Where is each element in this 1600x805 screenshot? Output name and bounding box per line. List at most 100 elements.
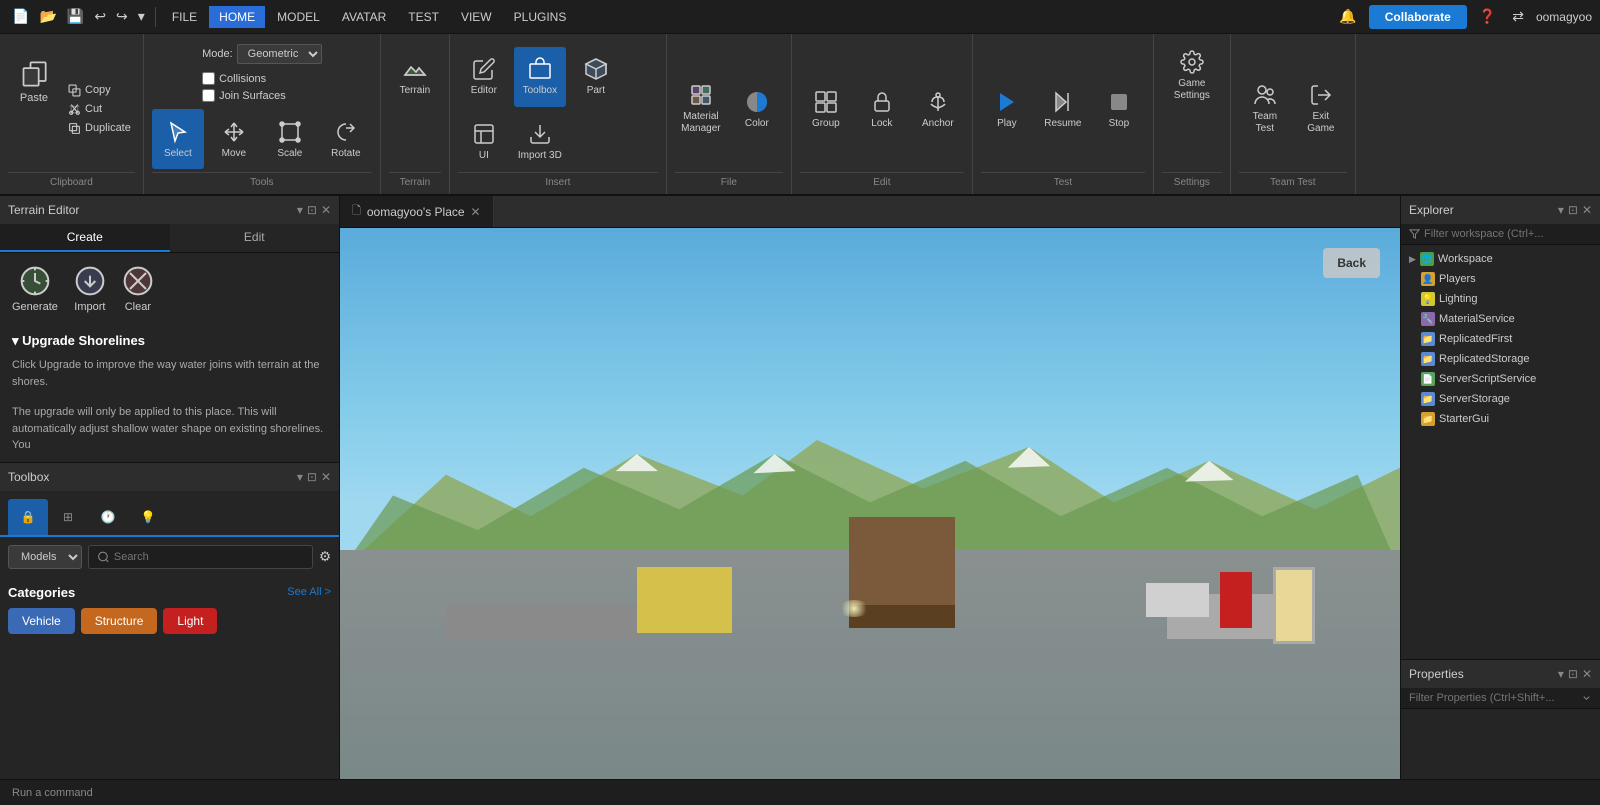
clear-terrain-button[interactable]: Clear bbox=[122, 265, 154, 313]
share-button[interactable]: ⇄ bbox=[1508, 4, 1528, 29]
viewport-tab-bar: 🗋 oomagyoo's Place ✕ bbox=[340, 196, 1400, 228]
explorer-down[interactable]: ▾ bbox=[1558, 203, 1564, 217]
toolbox-panel-down[interactable]: ▾ bbox=[297, 470, 303, 484]
viewport-tab[interactable]: 🗋 oomagyoo's Place ✕ bbox=[340, 196, 494, 227]
color-button[interactable]: Color bbox=[731, 79, 783, 139]
toolbox-tab-grid[interactable]: ⊞ bbox=[48, 499, 88, 535]
toolbox-tab-bulb[interactable]: 💡 bbox=[128, 499, 168, 535]
game-settings-button[interactable]: GameSettings bbox=[1162, 46, 1222, 106]
user-label: oomagyoo bbox=[1536, 10, 1592, 24]
see-all-button[interactable]: See All > bbox=[287, 586, 331, 598]
categories-header: Categories See All > bbox=[8, 585, 331, 600]
tree-item-workspace[interactable]: ▶ 🌐 Workspace bbox=[1401, 249, 1600, 269]
select-button[interactable]: Select bbox=[152, 109, 204, 169]
toolbox-tab-clock[interactable]: 🕐 bbox=[88, 499, 128, 535]
part-button[interactable]: Part bbox=[570, 47, 622, 107]
notifications-icon[interactable]: 🔔 bbox=[1335, 4, 1360, 29]
tree-item-replicatedfirst[interactable]: 📁 ReplicatedFirst bbox=[1401, 329, 1600, 349]
generate-button[interactable]: Generate bbox=[12, 265, 58, 313]
exit-game-button[interactable]: ExitGame bbox=[1295, 79, 1347, 139]
tree-item-materialservice[interactable]: 🔧 MaterialService bbox=[1401, 309, 1600, 329]
explorer-filter bbox=[1401, 224, 1600, 245]
terrain-panel-controls: ▾ ⊡ ✕ bbox=[297, 203, 331, 217]
editor-button[interactable]: Editor bbox=[458, 47, 510, 107]
back-button[interactable]: Back bbox=[1323, 248, 1380, 278]
tree-item-players[interactable]: 👤 Players bbox=[1401, 269, 1600, 289]
menu-avatar[interactable]: AVATAR bbox=[332, 6, 396, 28]
anchor-button[interactable]: Anchor bbox=[912, 79, 964, 139]
light-pill[interactable]: Light bbox=[163, 608, 217, 634]
import3d-button[interactable]: Import 3D bbox=[514, 112, 566, 172]
explorer-filter-input[interactable] bbox=[1424, 228, 1592, 240]
startergui-icon: 📁 bbox=[1421, 412, 1435, 426]
move-button[interactable]: Move bbox=[208, 109, 260, 169]
undo-button[interactable]: ↩ bbox=[90, 4, 110, 29]
rotate-button[interactable]: Rotate bbox=[320, 109, 372, 169]
tree-item-serverscriptservice[interactable]: 📄 ServerScriptService bbox=[1401, 369, 1600, 389]
explorer-close[interactable]: ✕ bbox=[1582, 203, 1592, 217]
toolbox-panel-close[interactable]: ✕ bbox=[321, 470, 331, 484]
upgrade-text1: Click Upgrade to improve the way water j… bbox=[12, 357, 327, 390]
search-input[interactable] bbox=[114, 551, 304, 563]
redo-dropdown-button[interactable]: ▾ bbox=[134, 4, 149, 29]
menu-plugins[interactable]: PLUGINS bbox=[504, 6, 577, 28]
stop-button[interactable]: Stop bbox=[1093, 79, 1145, 139]
mode-dropdown[interactable]: Geometric bbox=[237, 44, 322, 64]
terrain-create-tab[interactable]: Create bbox=[0, 224, 170, 252]
toolbox-panel-header: Toolbox ▾ ⊡ ✕ bbox=[0, 463, 339, 491]
save-file-button[interactable]: 💾 bbox=[63, 4, 88, 29]
cut-button[interactable]: Cut bbox=[64, 101, 135, 118]
menu-home[interactable]: HOME bbox=[209, 6, 265, 28]
toolbox-panel-expand[interactable]: ⊡ bbox=[307, 470, 317, 484]
paste-button[interactable]: Paste bbox=[8, 46, 60, 118]
toolbox-tab-lock[interactable]: 🔒 bbox=[8, 499, 48, 535]
properties-expand[interactable]: ⊡ bbox=[1568, 667, 1578, 681]
menu-test[interactable]: TEST bbox=[398, 6, 449, 28]
join-surfaces-checkbox[interactable]: Join Surfaces bbox=[202, 89, 322, 102]
startergui-label: StarterGui bbox=[1439, 413, 1489, 425]
vehicle-pill[interactable]: Vehicle bbox=[8, 608, 75, 634]
tree-item-replicatedstorage[interactable]: 📁 ReplicatedStorage bbox=[1401, 349, 1600, 369]
redo-button[interactable]: ↪ bbox=[112, 4, 132, 29]
menu-model[interactable]: MODEL bbox=[267, 6, 330, 28]
play-button[interactable]: Play bbox=[981, 79, 1033, 139]
terrain-panel-down[interactable]: ▾ bbox=[297, 203, 303, 217]
toolbox-button[interactable]: Toolbox bbox=[514, 47, 566, 107]
help-button[interactable]: ❓ bbox=[1475, 4, 1500, 29]
terrain-editor-button[interactable]: Terrain bbox=[389, 46, 441, 106]
terrain-panel-close[interactable]: ✕ bbox=[321, 203, 331, 217]
copy-button[interactable]: Copy bbox=[64, 82, 135, 99]
tree-item-serverstorage[interactable]: 📁 ServerStorage bbox=[1401, 389, 1600, 409]
scale-button[interactable]: Scale bbox=[264, 109, 316, 169]
menu-separator bbox=[155, 7, 156, 27]
terrain-edit-tab[interactable]: Edit bbox=[170, 224, 340, 252]
models-dropdown[interactable]: Models bbox=[8, 545, 82, 569]
menu-file[interactable]: FILE bbox=[162, 6, 207, 28]
ui-button[interactable]: UI bbox=[458, 112, 510, 172]
new-file-button[interactable]: 📄 bbox=[8, 4, 33, 29]
open-file-button[interactable]: 📂 bbox=[35, 4, 60, 29]
filter-button[interactable]: ⚙ bbox=[319, 549, 331, 565]
collisions-checkbox[interactable]: Collisions bbox=[202, 72, 322, 85]
group-button[interactable]: Group bbox=[800, 79, 852, 139]
import-terrain-button[interactable]: Import bbox=[74, 265, 106, 313]
properties-down[interactable]: ▾ bbox=[1558, 667, 1564, 681]
team-test-label: Team Test bbox=[1239, 172, 1347, 190]
tree-item-startergui[interactable]: 📁 StarterGui bbox=[1401, 409, 1600, 429]
toolbox-panel: Toolbox ▾ ⊡ ✕ 🔒 ⊞ 🕐 💡 Models bbox=[0, 463, 339, 780]
structure-pill[interactable]: Structure bbox=[81, 608, 158, 634]
menu-view[interactable]: VIEW bbox=[451, 6, 502, 28]
terrain-panel-expand[interactable]: ⊡ bbox=[307, 203, 317, 217]
lock-button[interactable]: Lock bbox=[856, 79, 908, 139]
close-tab-button[interactable]: ✕ bbox=[471, 205, 481, 219]
duplicate-button[interactable]: Duplicate bbox=[64, 120, 135, 137]
viewport-canvas[interactable]: Back bbox=[340, 228, 1400, 779]
properties-filter-input[interactable] bbox=[1409, 692, 1577, 704]
resume-button[interactable]: Resume bbox=[1037, 79, 1089, 139]
material-manager-button[interactable]: Material Manager bbox=[675, 79, 727, 139]
team-test-button[interactable]: TeamTest bbox=[1239, 79, 1291, 139]
tree-item-lighting[interactable]: 💡 Lighting bbox=[1401, 289, 1600, 309]
explorer-expand[interactable]: ⊡ bbox=[1568, 203, 1578, 217]
properties-close[interactable]: ✕ bbox=[1582, 667, 1592, 681]
collaborate-button[interactable]: Collaborate bbox=[1369, 5, 1467, 29]
